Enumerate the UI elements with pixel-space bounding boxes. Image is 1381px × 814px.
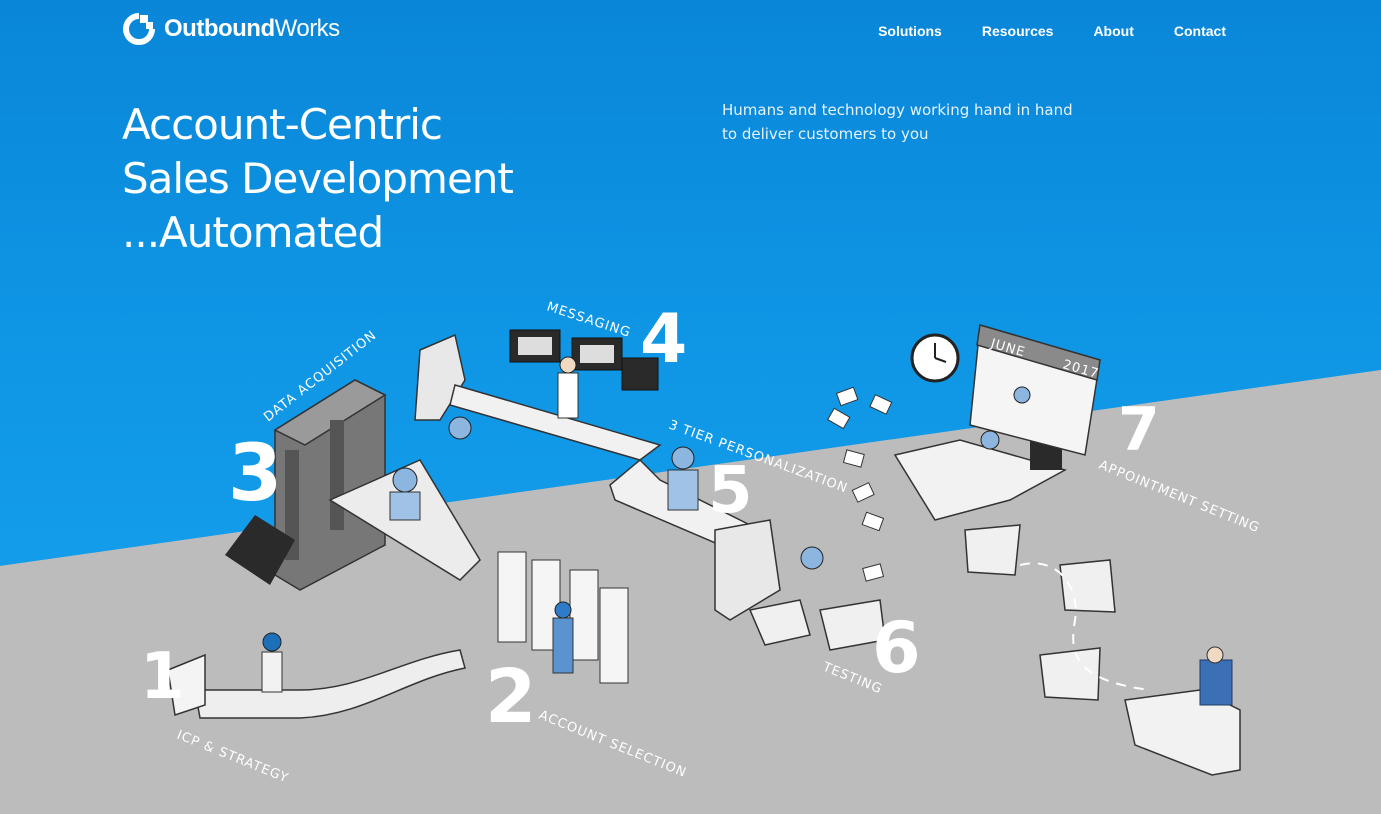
step-1-number: 1: [140, 640, 185, 714]
customer-desk: [1124, 646, 1241, 776]
process-illustration: JUNE 2017 1 ICP & STRATEGY 2 ACCOUNT SEL…: [140, 300, 1262, 787]
delivery-carts: [964, 524, 1151, 701]
step-6-number: 6: [872, 607, 921, 689]
step-5-number: 5: [708, 454, 753, 528]
step-7-label: APPOINTMENT SETTING: [1097, 458, 1262, 536]
step-2-number: 2: [485, 654, 537, 740]
step-1-label: ICP & STRATEGY: [175, 728, 291, 787]
step-4-number: 4: [640, 300, 687, 379]
monitors: [509, 329, 659, 391]
testing-station: [714, 519, 886, 651]
appointment-desk: [893, 439, 1067, 521]
wall-clock-icon: [910, 333, 960, 383]
conveyor-belt-upper: [328, 333, 762, 581]
conveyor-belt-lower: [167, 649, 466, 719]
step-2-label: ACCOUNT SELECTION: [537, 708, 689, 781]
step-3-number: 3: [228, 429, 282, 519]
step-7-number: 7: [1118, 395, 1160, 465]
